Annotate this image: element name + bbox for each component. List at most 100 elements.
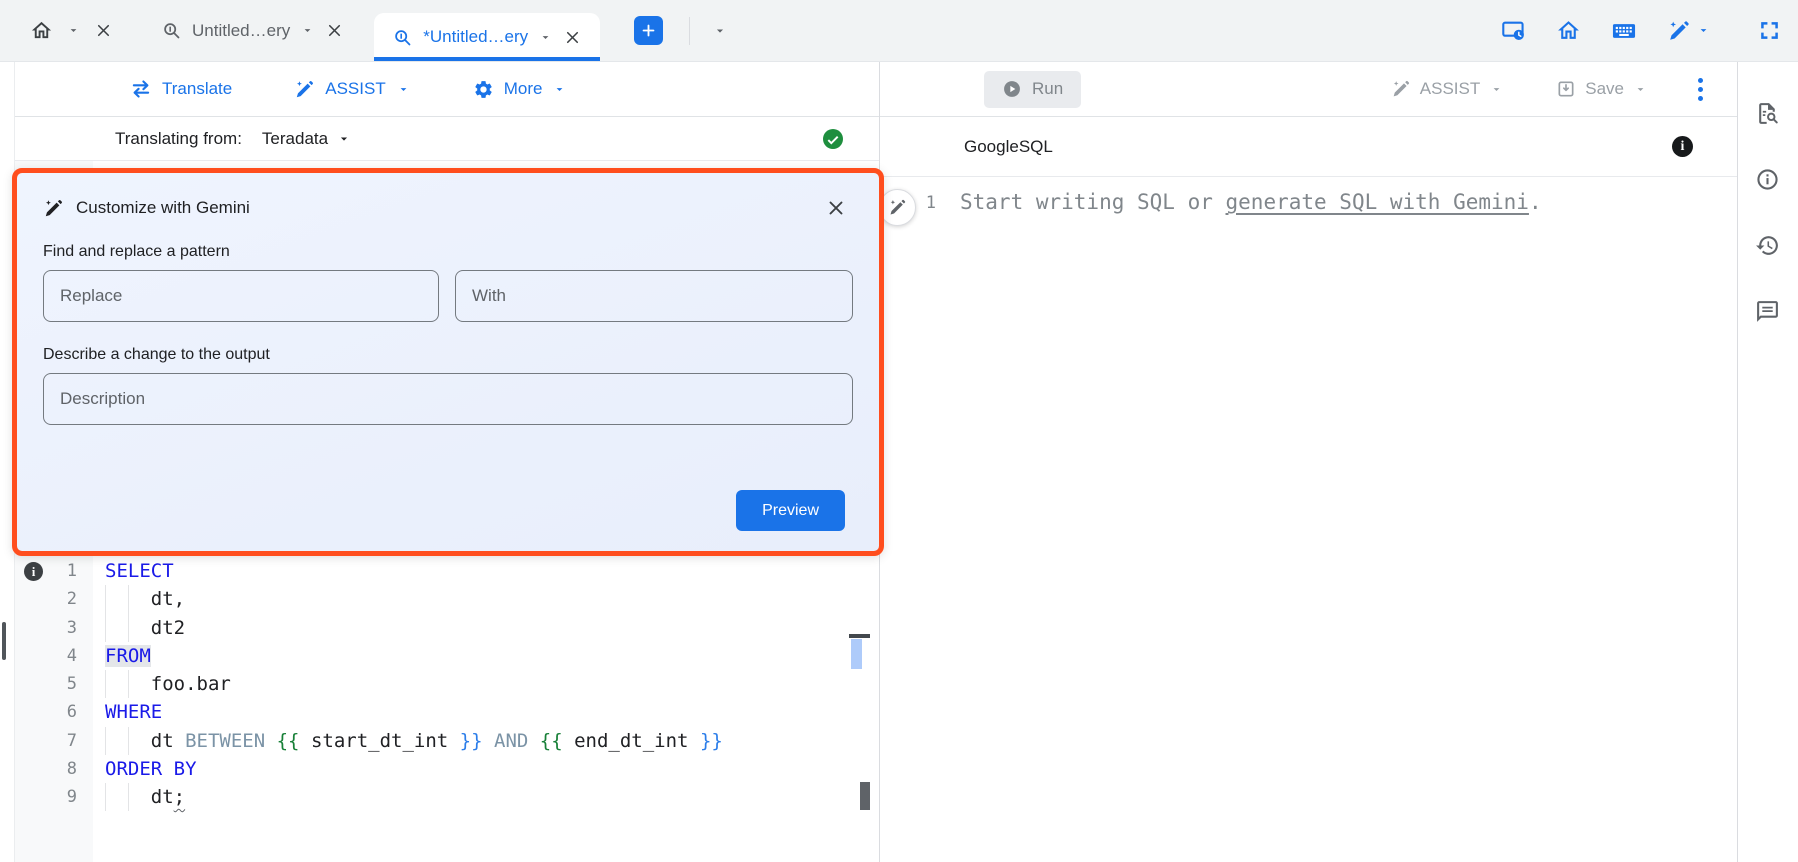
chevron-down-icon[interactable] — [300, 23, 315, 38]
editor-scrollbar-thumb[interactable] — [860, 782, 870, 810]
code-text: dt2 — [105, 614, 185, 642]
placeholder-prefix: Start writing SQL or — [960, 190, 1226, 214]
translate-swap-icon — [130, 78, 152, 100]
code-line[interactable]: 4 FROM — [15, 642, 879, 670]
result-code-editor[interactable]: 1 Start writing SQL or generate SQL with… — [880, 177, 1737, 862]
code-text: FROM — [105, 642, 151, 670]
chevron-down-icon — [552, 82, 567, 97]
editor-placeholder: Start writing SQL or generate SQL with G… — [960, 190, 1542, 214]
chevron-down-icon — [1489, 82, 1504, 97]
tab-untitled-query[interactable]: Untitled…ery — [147, 7, 358, 55]
code-text: ORDER BY — [105, 755, 197, 783]
comment-icon[interactable] — [1755, 299, 1780, 324]
magic-pen-icon — [1667, 19, 1691, 43]
find-replace-label: Find and replace a pattern — [43, 243, 853, 261]
run-label: Run — [1032, 79, 1063, 99]
dialog-header: Customize with Gemini — [43, 197, 853, 219]
replace-input[interactable] — [43, 270, 439, 322]
close-icon[interactable] — [563, 28, 582, 47]
scrollbar-highlight-mark — [851, 639, 862, 669]
result-pane: Run ASSIST Save — [879, 62, 1737, 862]
plus-icon — [640, 22, 657, 39]
googlesql-header: GoogleSQL i — [880, 117, 1737, 177]
query-icon — [161, 20, 182, 41]
code-text: foo.bar — [105, 670, 231, 698]
with-input[interactable] — [455, 270, 853, 322]
close-icon[interactable] — [825, 197, 847, 219]
googlesql-label: GoogleSQL — [964, 137, 1053, 157]
source-dialect-select[interactable]: Teradata — [262, 129, 352, 149]
line-number: 3 — [15, 614, 93, 642]
magic-pen-icon — [1391, 79, 1411, 99]
code-line[interactable]: 7 dt BETWEEN {{ start_dt_int }} AND {{ e… — [15, 727, 879, 755]
gemini-pen-button[interactable] — [879, 189, 916, 226]
history-icon[interactable] — [1755, 233, 1780, 258]
source-toolbar: Translate ASSIST More — [15, 62, 879, 117]
fullscreen-icon[interactable] — [1757, 18, 1782, 43]
code-line[interactable]: 3 dt2 — [15, 614, 879, 642]
tab-overflow-caret[interactable] — [712, 23, 728, 39]
tab-label: *Untitled…ery — [423, 27, 528, 47]
close-icon[interactable] — [94, 21, 113, 40]
save-label: Save — [1585, 79, 1624, 99]
placeholder-suffix: . — [1529, 190, 1542, 214]
code-line[interactable]: 6WHERE — [15, 698, 879, 726]
line-number: 4 — [15, 642, 93, 670]
info-icon[interactable]: i — [1672, 136, 1693, 157]
code-line[interactable]: 5 foo.bar — [15, 670, 879, 698]
code-text: SELECT — [105, 557, 174, 585]
gemini-menu[interactable] — [1667, 19, 1711, 43]
result-assist-button[interactable]: ASSIST — [1391, 79, 1504, 99]
line-number: 2 — [15, 585, 93, 613]
code-line[interactable]: 8 ORDER BY — [15, 755, 879, 783]
query-icon — [392, 27, 413, 48]
translate-button[interactable]: Translate — [130, 78, 232, 100]
devices-clock-icon[interactable] — [1501, 18, 1526, 43]
translate-label: Translate — [162, 79, 232, 99]
magic-pen-icon — [43, 198, 64, 219]
chevron-down-icon — [1633, 82, 1648, 97]
tab-untitled-query-active[interactable]: *Untitled…ery — [374, 13, 600, 61]
divider — [689, 17, 690, 45]
line-number: 9 — [15, 783, 93, 811]
home-icon[interactable] — [1556, 18, 1581, 43]
check-circle-icon — [821, 127, 845, 151]
source-dialect-value: Teradata — [262, 129, 328, 149]
code-line[interactable]: 9 dt; — [15, 783, 879, 811]
tab-label: Untitled…ery — [192, 21, 290, 41]
keyboard-icon[interactable] — [1611, 18, 1637, 44]
home-tab[interactable] — [30, 19, 113, 42]
more-button[interactable]: More — [473, 79, 568, 100]
add-tab-button[interactable] — [634, 16, 663, 45]
close-icon[interactable] — [325, 21, 344, 40]
line-number: 8 — [15, 755, 93, 783]
describe-change-label: Describe a change to the output — [43, 346, 853, 364]
save-icon — [1556, 79, 1576, 99]
play-circle-icon — [1002, 79, 1022, 99]
info-outline-icon[interactable] — [1755, 167, 1780, 192]
result-toolbar: Run ASSIST Save — [880, 62, 1737, 117]
save-button[interactable]: Save — [1556, 79, 1648, 99]
tab-bar: Untitled…ery *Untitled…ery — [0, 0, 1798, 62]
dialog-title: Customize with Gemini — [76, 198, 250, 218]
chevron-down-icon[interactable] — [66, 23, 81, 38]
more-options-menu-icon[interactable] — [1694, 74, 1707, 105]
code-line[interactable]: 2 dt, — [15, 585, 879, 613]
assist-label: ASSIST — [325, 79, 385, 99]
code-line[interactable]: 1 SELECT — [15, 557, 879, 585]
home-icon[interactable] — [30, 19, 53, 42]
run-button[interactable]: Run — [984, 71, 1081, 108]
chevron-down-icon — [396, 82, 411, 97]
description-input[interactable] — [43, 373, 853, 425]
left-scroll-indicator[interactable] — [2, 622, 6, 660]
code-text: dt, — [105, 585, 185, 613]
line-number: 1 — [15, 557, 93, 585]
preview-button[interactable]: Preview — [736, 490, 845, 531]
generate-sql-link[interactable]: generate SQL with Gemini — [1226, 190, 1529, 214]
chevron-down-icon[interactable] — [538, 30, 553, 45]
document-search-icon[interactable] — [1755, 101, 1780, 126]
gear-icon — [473, 79, 494, 100]
find-replace-row — [43, 270, 853, 322]
assist-button[interactable]: ASSIST — [294, 79, 410, 100]
dialog-actions: Preview — [43, 490, 853, 531]
